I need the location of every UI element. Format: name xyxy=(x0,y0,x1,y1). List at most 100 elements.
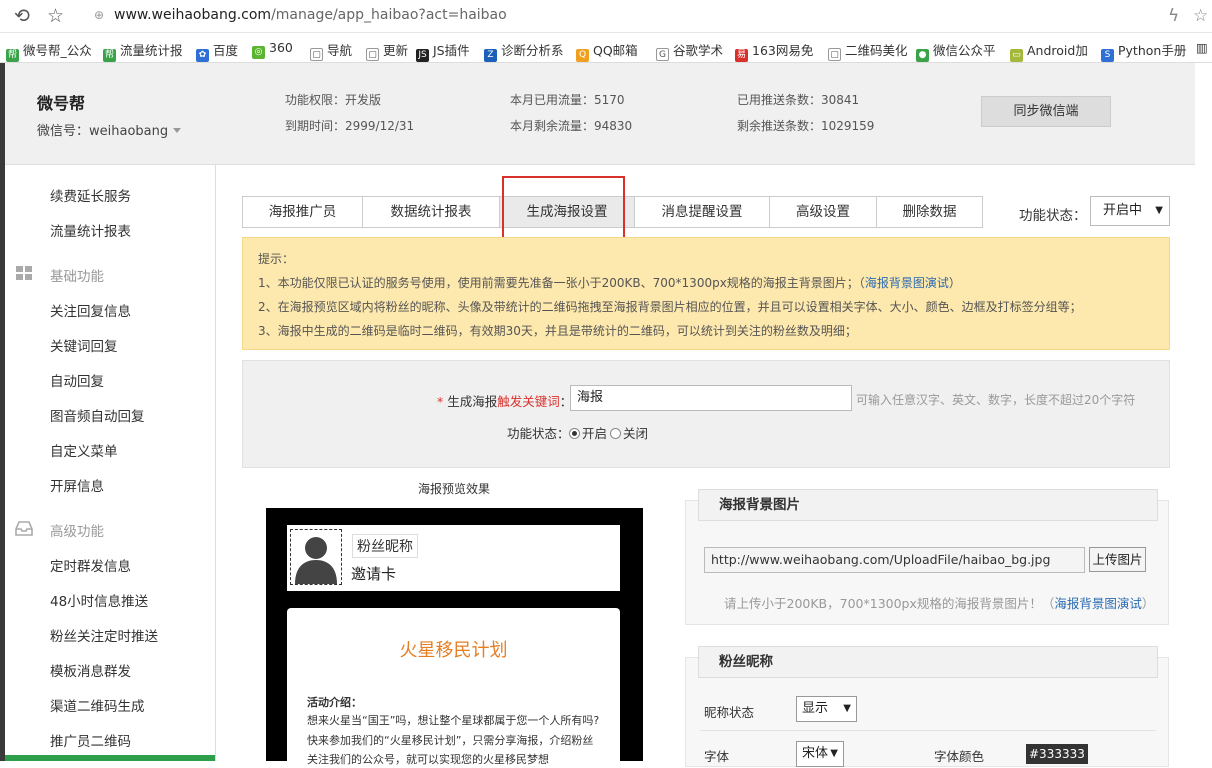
bookmark-item[interactable]: 易 163网易免 xyxy=(735,40,813,62)
poster-preview: 粉丝昵称 邀请卡 火星移民计划 活动介绍： 想来火星当“国王”吗，想让整个星球都… xyxy=(266,508,643,768)
tab-poster-settings[interactable]: 生成海报设置 xyxy=(499,196,635,228)
permission-info: 功能权限：开发版 xyxy=(285,93,382,107)
function-state-label: 功能状态： xyxy=(1019,208,1087,224)
account-header: 微号帮 微信号：weihaobang 功能权限：开发版 到期时间：2999/12… xyxy=(5,63,1195,165)
state-on-label: 开启 xyxy=(582,426,608,441)
state-radio-off[interactable]: 关闭 xyxy=(610,423,648,442)
state-radio-on[interactable]: 开启 xyxy=(569,423,607,442)
bookmark-label: 导航 xyxy=(327,43,353,58)
bookmark-item[interactable]: ▢ 导航 xyxy=(310,40,352,61)
keyword-hint: 可输入任意汉字、英文、数字，长度不超过20个字符 xyxy=(856,393,1136,407)
grid-icon xyxy=(16,266,32,280)
bookmark-item[interactable]: G 谷歌学术 xyxy=(656,40,723,61)
bookmarks-more-icon[interactable]: ▥ xyxy=(1196,40,1208,55)
favorite-star-icon[interactable]: ☆ xyxy=(1193,6,1208,26)
upload-image-button[interactable]: 上传图片 xyxy=(1089,547,1146,572)
used-traffic-info: 本月已用流量：5170 xyxy=(510,93,625,107)
bookmark-item[interactable]: JS JS插件 xyxy=(416,40,470,62)
bookmark-item[interactable]: ◎ 360 xyxy=(252,40,293,59)
bookmark-item[interactable]: Z 诊断分析系 xyxy=(484,40,564,62)
sidebar-item-promoter-qrcode[interactable]: 推广员二维码 xyxy=(50,730,131,750)
state-off-label: 关闭 xyxy=(623,426,649,441)
tips-line-1-end: ） xyxy=(948,276,961,290)
avatar[interactable] xyxy=(290,529,342,585)
bookmark-label: 流量统计报 xyxy=(120,43,183,58)
bookmark-item[interactable]: ▢ 更新 xyxy=(366,40,408,61)
bookmark-item[interactable]: ✿ 百度 xyxy=(196,40,238,62)
sidebar-item-renew[interactable]: 续费延长服务 xyxy=(50,185,131,205)
radio-checked-icon[interactable] xyxy=(569,428,580,439)
preview-intro-3: 关注我们的公众号，就可以实现您的火星移民梦想 xyxy=(307,753,549,766)
bookmark-label: Python手册 xyxy=(1118,43,1187,58)
nickname-panel: 粉丝昵称 昵称状态 显示 ▼ 字体 宋体 ▼ 字体颜色 #333333 xyxy=(685,646,1169,767)
sidebar-item-48h-push[interactable]: 48小时信息推送 xyxy=(50,590,148,610)
bookmark-item[interactable]: ▭ Android加 xyxy=(1010,40,1088,62)
radio-unchecked-icon[interactable] xyxy=(610,428,621,439)
bookmark-label: 360 xyxy=(269,40,293,55)
font-value: 宋体 xyxy=(802,746,829,761)
bookmarks-bar: 帮微号帮_公众帮流量统计报 ✿ 百度 ◎ 360 ▢ 导航 ▢ 更新 JS JS插件 Z 诊断分析系 Q Q… xyxy=(0,33,1212,63)
tab-poster-promoters[interactable]: 海报推广员 xyxy=(242,196,363,228)
bookmark-item[interactable]: Q QQ邮箱 xyxy=(576,40,638,62)
preview-nickname[interactable]: 粉丝昵称 xyxy=(352,534,418,558)
bookmark-item[interactable]: ▢ 二维码美化 xyxy=(828,40,908,61)
dropdown-arrow-icon: ▼ xyxy=(843,703,851,714)
bookmark-label: Android加 xyxy=(1027,43,1088,58)
sidebar-group-advanced: 高级功能 xyxy=(50,524,104,540)
bookmark-item[interactable]: ● 微信公众平 xyxy=(916,40,996,62)
url-host: www.weihaobang.com xyxy=(114,7,272,23)
preview-intro-1: 想来火星当“国王”吗，想让整个星球都属于您一个人所有吗? xyxy=(307,714,600,727)
keyword-input[interactable]: 海报 xyxy=(570,385,852,411)
back-icon[interactable]: ⟲ xyxy=(14,5,30,27)
bookmark-item[interactable]: 帮微号帮_公众 xyxy=(6,40,92,62)
sidebar-item-keyword-reply[interactable]: 关键词回复 xyxy=(50,335,118,355)
sidebar-active-indicator xyxy=(5,755,215,761)
poster-demo-link[interactable]: 海报背景图演试 xyxy=(865,276,949,290)
url-field[interactable]: www.weihaobang.com/manage/app_haibao?act… xyxy=(114,7,507,23)
bookmark-label: JS插件 xyxy=(433,43,470,58)
sidebar-item-auto-reply[interactable]: 自动回复 xyxy=(50,370,104,390)
bookmark-label: 微号帮_公众 xyxy=(23,43,92,58)
security-icon[interactable]: ⊕ xyxy=(94,8,104,22)
remain-push-info: 剩余推送条数：1029159 xyxy=(737,119,875,133)
divider xyxy=(700,730,1156,731)
star-bookmark-icon[interactable]: ☆ xyxy=(47,5,64,27)
tab-message-alerts[interactable]: 消息提醒设置 xyxy=(634,196,770,228)
sidebar-item-traffic-report[interactable]: 流量统计报表 xyxy=(50,220,131,240)
sync-wechat-button[interactable]: 同步微信端 xyxy=(981,96,1111,127)
avatar-silhouette-icon xyxy=(295,537,337,584)
bookmark-favicon-icon: ▭ xyxy=(1010,49,1023,62)
font-color-input[interactable]: #333333 xyxy=(1026,744,1088,764)
font-select[interactable]: 宋体 ▼ xyxy=(796,741,844,767)
bookmark-favicon-icon: ▢ xyxy=(366,48,379,61)
sidebar-item-template-broadcast[interactable]: 模板消息群发 xyxy=(50,660,131,680)
bookmark-item[interactable]: S Python手册 xyxy=(1101,40,1186,62)
bookmark-favicon-icon: ▢ xyxy=(310,48,323,61)
wechat-id-dropdown[interactable]: 微信号：weihaobang xyxy=(37,120,182,139)
function-state-value: 开启中 xyxy=(1103,203,1143,218)
font-label: 字体 xyxy=(704,749,730,764)
sidebar-item-channel-qrcode[interactable]: 渠道二维码生成 xyxy=(50,695,145,715)
chevron-down-icon xyxy=(173,128,182,133)
bg-url-input[interactable]: http://www.weihaobang.com/UploadFile/hai… xyxy=(704,547,1085,573)
tab-data-stats[interactable]: 数据统计报表 xyxy=(362,196,500,228)
preview-title: 海报预览效果 xyxy=(418,482,491,496)
sidebar-item-custom-menu[interactable]: 自定义菜单 xyxy=(50,440,118,460)
tips-line-2: 2、在海报预览区域内将粉丝的昵称、头像及带统计的二维码拖拽至海报背景图片相应的位… xyxy=(258,300,1082,314)
sidebar-item-splash-info[interactable]: 开屏信息 xyxy=(50,475,104,495)
nick-status-label: 昵称状态 xyxy=(704,705,755,720)
inbox-icon xyxy=(15,521,33,536)
sidebar-item-scheduled-broadcast[interactable]: 定时群发信息 xyxy=(50,555,131,575)
sidebar-item-follow-reply[interactable]: 关注回复信息 xyxy=(50,300,131,320)
bg-panel-title: 海报背景图片 xyxy=(698,489,1158,521)
lightning-icon[interactable]: ϟ xyxy=(1168,6,1179,26)
nick-status-select[interactable]: 显示 ▼ xyxy=(796,696,857,722)
tab-delete-data[interactable]: 删除数据 xyxy=(876,196,983,228)
function-state-select[interactable]: 开启中 ▼ xyxy=(1090,196,1170,226)
bookmark-item[interactable]: 帮流量统计报 xyxy=(103,40,183,62)
sidebar-item-media-auto-reply[interactable]: 图音频自动回复 xyxy=(50,405,145,425)
bookmark-favicon-icon: JS xyxy=(416,49,429,62)
sidebar-item-follow-timed-push[interactable]: 粉丝关注定时推送 xyxy=(50,625,158,645)
tab-advanced-settings[interactable]: 高级设置 xyxy=(769,196,877,228)
bg-demo-link[interactable]: 海报背景图演试 xyxy=(1054,596,1142,611)
